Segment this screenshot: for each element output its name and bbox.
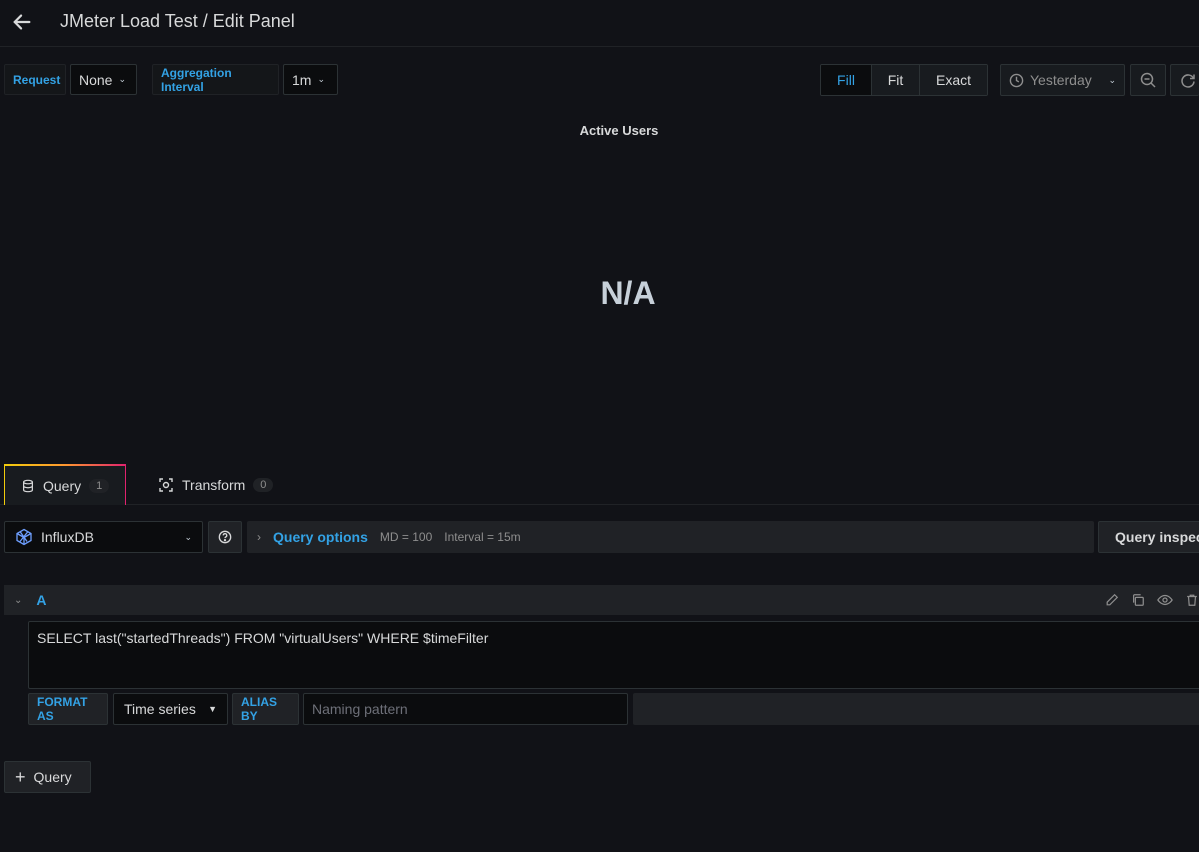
chevron-down-icon: ⌄: [184, 531, 192, 542]
eye-icon[interactable]: [1157, 593, 1173, 607]
chevron-right-icon: ›: [257, 530, 261, 544]
add-query-label: Query: [33, 769, 72, 785]
transform-icon: [159, 477, 173, 492]
tab-label: Transform: [182, 476, 246, 493]
exact-button[interactable]: Exact: [920, 65, 987, 95]
chevron-down-icon: ⌄: [317, 74, 325, 84]
alias-by-label: ALIAS BY: [232, 693, 299, 725]
query-editor[interactable]: SELECT last("startedThreads") FROM "virt…: [28, 621, 1199, 689]
clock-icon: [1009, 73, 1024, 87]
question-circle-icon: [218, 530, 232, 544]
time-range-picker[interactable]: Yesterday ⌄: [1000, 64, 1125, 96]
datasource-picker[interactable]: InfluxDB ⌄: [4, 521, 203, 553]
format-as-select[interactable]: Time series ▼: [113, 693, 228, 725]
back-button[interactable]: [8, 8, 36, 36]
variable-label-aggregation-interval: Aggregation Interval: [152, 64, 279, 95]
query-row-header[interactable]: ⌄ A: [4, 585, 1199, 615]
format-as-label: FORMAT AS: [28, 693, 108, 725]
refresh-icon: [1181, 74, 1195, 88]
zoom-out-button[interactable]: [1130, 64, 1166, 96]
query-options-label: Query options: [273, 529, 368, 545]
variable-label-request: Request: [4, 64, 66, 95]
chevron-down-icon[interactable]: ⌄: [14, 595, 22, 606]
trash-icon[interactable]: [1185, 593, 1199, 607]
tab-query[interactable]: Query 1: [4, 464, 126, 505]
query-inspector-button[interactable]: Query inspector: [1098, 521, 1199, 553]
query-ref-id: A: [36, 592, 47, 608]
refresh-button[interactable]: [1170, 64, 1199, 96]
min-interval: Interval = 15m: [444, 530, 521, 544]
format-row-filler: [633, 693, 1199, 725]
arrow-left-icon: [13, 14, 31, 30]
tab-transform[interactable]: Transform 0: [158, 464, 288, 505]
fill-button[interactable]: Fill: [821, 65, 872, 95]
add-query-button[interactable]: + Query: [4, 761, 91, 793]
variable-select-aggregation-interval[interactable]: 1m ⌄: [283, 64, 338, 95]
format-value: Time series: [124, 701, 196, 717]
chevron-down-icon: ⌄: [1108, 74, 1116, 85]
alias-input[interactable]: [303, 693, 628, 725]
tab-count-badge: 0: [253, 477, 274, 492]
page-title: JMeter Load Test / Edit Panel: [60, 11, 295, 31]
max-datapoints: MD = 100: [379, 530, 433, 544]
query-row-actions: [1105, 585, 1199, 615]
fit-mode-group: Fill Fit Exact: [820, 64, 988, 96]
plus-icon: +: [15, 767, 26, 787]
time-range-label: Yesterday: [1030, 72, 1092, 88]
pencil-icon[interactable]: [1105, 593, 1119, 607]
fit-button[interactable]: Fit: [872, 65, 920, 95]
tab-count-badge: 1: [89, 478, 110, 493]
editor-tabs: Query 1 Transform 0: [0, 464, 1199, 505]
influxdb-icon: [16, 528, 32, 546]
caret-down-icon: ▼: [208, 704, 217, 714]
variable-select-request[interactable]: None ⌄: [70, 64, 137, 95]
help-button[interactable]: [208, 521, 242, 553]
copy-icon[interactable]: [1131, 593, 1145, 607]
variable-value: None: [79, 71, 113, 88]
query-options-toggle[interactable]: › Query options MD = 100 Interval = 15m: [247, 521, 1094, 553]
panel-title: Active Users: [579, 123, 659, 138]
datasource-name: InfluxDB: [41, 529, 94, 545]
chevron-down-icon: ⌄: [118, 74, 127, 84]
variable-value: 1m: [292, 71, 312, 88]
tab-label: Query: [43, 477, 82, 494]
database-icon: [23, 479, 33, 492]
zoom-out-icon: [1140, 72, 1156, 88]
stat-value: N/A: [600, 275, 656, 311]
